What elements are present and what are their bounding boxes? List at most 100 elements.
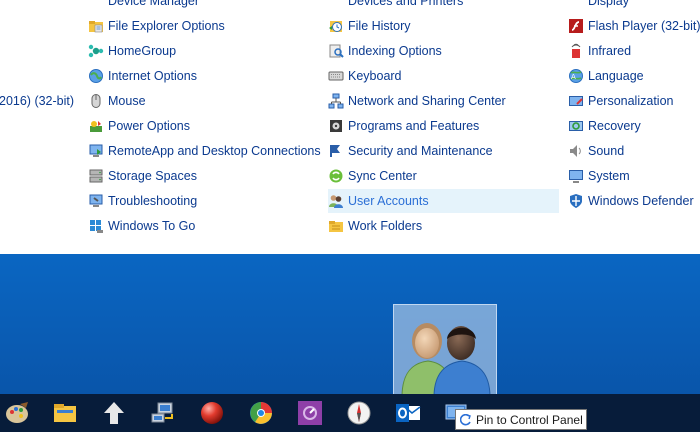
file-history-icon — [328, 18, 344, 34]
cp-item-windows-defender[interactable]: Windows Defender — [568, 189, 694, 213]
taskbar-item[interactable] — [290, 394, 330, 432]
cp-item-label: File History — [348, 19, 411, 33]
cp-item-label: Sound — [588, 144, 625, 158]
cp-item-label: Keyboard — [348, 69, 402, 83]
cp-item-label: Windows Defender — [588, 194, 694, 208]
browser-icon — [250, 402, 272, 424]
cp-item-sync-center[interactable]: Sync Center — [328, 164, 417, 188]
file-explorer-icon — [54, 404, 76, 422]
indexing-options-icon — [328, 43, 344, 59]
language-icon: A — [568, 68, 584, 84]
cp-item-infrared[interactable]: Infrared — [568, 39, 631, 63]
security-maintenance-icon — [328, 143, 344, 159]
taskbar-item[interactable] — [143, 394, 183, 432]
folder-options-icon — [88, 18, 104, 34]
cp-item-indexing-options[interactable]: Indexing Options — [328, 39, 442, 63]
cp-item-label: Internet Options — [108, 69, 197, 83]
cp-item-recovery[interactable]: Recovery — [568, 114, 641, 138]
drag-preview — [393, 304, 497, 400]
cp-item-label: Mouse — [108, 94, 146, 108]
cp-item-label: Storage Spaces — [108, 169, 197, 183]
infrared-icon — [568, 43, 584, 59]
taskbar-item[interactable] — [339, 394, 379, 432]
cp-item-security-maintenance[interactable]: Security and Maintenance — [328, 139, 493, 163]
cp-item-keyboard[interactable]: Keyboard — [328, 64, 402, 88]
cp-item-internet-options[interactable]: Internet Options — [88, 64, 197, 88]
remoteapp-icon — [88, 143, 104, 159]
outlook-icon — [396, 404, 421, 422]
cp-item-label: Personalization — [588, 94, 674, 108]
partial-left-item[interactable]: 2016) (32-bit) — [0, 94, 74, 108]
cp-item-storage-spaces[interactable]: Storage Spaces — [88, 164, 197, 188]
internet-options-icon — [88, 68, 104, 84]
cp-item-power-options[interactable]: Power Options — [88, 114, 190, 138]
cp-item-programs-features[interactable]: Programs and Features — [328, 114, 479, 138]
device-manager-link[interactable]: Device Manager — [108, 0, 199, 8]
cp-item-label: Windows To Go — [108, 219, 196, 233]
flash-player-icon — [568, 18, 584, 34]
cp-item-network[interactable]: Network and Sharing Center — [328, 89, 506, 113]
cp-item-language[interactable]: A Language — [568, 64, 644, 88]
cp-item-work-folders[interactable]: Work Folders — [328, 214, 422, 238]
cp-item-label: HomeGroup — [108, 44, 177, 58]
cp-item-mouse[interactable]: Mouse — [88, 89, 146, 113]
tooltip-label: Pin to Control Panel — [476, 412, 583, 427]
control-panel-window: Device Manager Devices and Printers Disp… — [0, 0, 700, 254]
cp-item-label: Power Options — [108, 119, 190, 133]
taskbar-item[interactable] — [94, 394, 134, 432]
recovery-icon — [568, 118, 584, 134]
display-link[interactable]: Display — [588, 0, 629, 8]
sound-icon — [568, 143, 584, 159]
programs-features-icon — [328, 118, 344, 134]
user-accounts-large-icon — [401, 323, 491, 397]
cp-item-personalization[interactable]: Personalization — [568, 89, 673, 113]
cp-item-label: Flash Player (32-bit) — [588, 19, 700, 33]
storage-spaces-icon — [88, 168, 104, 184]
windows-defender-icon — [568, 193, 584, 209]
pin-tooltip: Pin to Control Panel — [455, 409, 587, 430]
taskbar-item[interactable] — [45, 394, 85, 432]
cp-item-system[interactable]: System — [568, 164, 630, 188]
cp-item-file-history[interactable]: File History — [328, 14, 411, 38]
cp-item-label: Security and Maintenance — [348, 144, 493, 158]
taskbar-item[interactable] — [192, 394, 232, 432]
cp-item-label: User Accounts — [348, 194, 429, 208]
homegroup-icon — [88, 43, 104, 59]
desktop-background — [0, 254, 700, 394]
cp-item-folder-options[interactable]: File Explorer Options — [88, 14, 225, 38]
cp-item-label: Sync Center — [348, 169, 417, 183]
cp-item-label: File Explorer Options — [108, 19, 225, 33]
cp-item-label: Work Folders — [348, 219, 423, 233]
paint-palette-icon — [6, 402, 28, 423]
cp-item-windows-to-go[interactable]: Windows To Go — [88, 214, 195, 238]
cp-item-flash-player[interactable]: Flash Player (32-bit) — [568, 14, 700, 38]
cp-item-user-accounts[interactable]: User Accounts — [328, 189, 559, 213]
cp-item-label: Language — [588, 69, 644, 83]
compass-icon — [347, 401, 371, 425]
cp-item-label: Indexing Options — [348, 44, 442, 58]
network-computer-icon — [151, 402, 173, 423]
taskbar — [0, 394, 700, 432]
pin-link-icon — [460, 413, 472, 426]
network-icon — [328, 93, 344, 109]
taskbar-item[interactable] — [241, 394, 281, 432]
taskbar-item[interactable] — [0, 394, 37, 432]
keyboard-icon — [328, 68, 344, 84]
power-options-icon — [88, 118, 104, 134]
mouse-icon — [88, 93, 104, 109]
troubleshooting-icon — [88, 193, 104, 209]
devices-and-printers-link[interactable]: Devices and Printers — [348, 0, 463, 8]
cp-item-homegroup[interactable]: HomeGroup — [88, 39, 176, 63]
cp-item-label: RemoteApp and Desktop Connections — [108, 144, 321, 158]
upload-arrow-icon — [104, 402, 124, 424]
svg-text:A: A — [571, 73, 576, 81]
purple-app-icon — [298, 401, 322, 425]
taskbar-item[interactable] — [388, 394, 428, 432]
cp-item-troubleshooting[interactable]: Troubleshooting — [88, 189, 197, 213]
cp-item-label: Programs and Features — [348, 119, 480, 133]
cp-item-sound[interactable]: Sound — [568, 139, 624, 163]
user-accounts-icon — [328, 193, 344, 209]
personalization-icon — [568, 93, 584, 109]
cp-item-remoteapp[interactable]: RemoteApp and Desktop Connections — [88, 139, 321, 163]
system-icon — [568, 168, 584, 184]
